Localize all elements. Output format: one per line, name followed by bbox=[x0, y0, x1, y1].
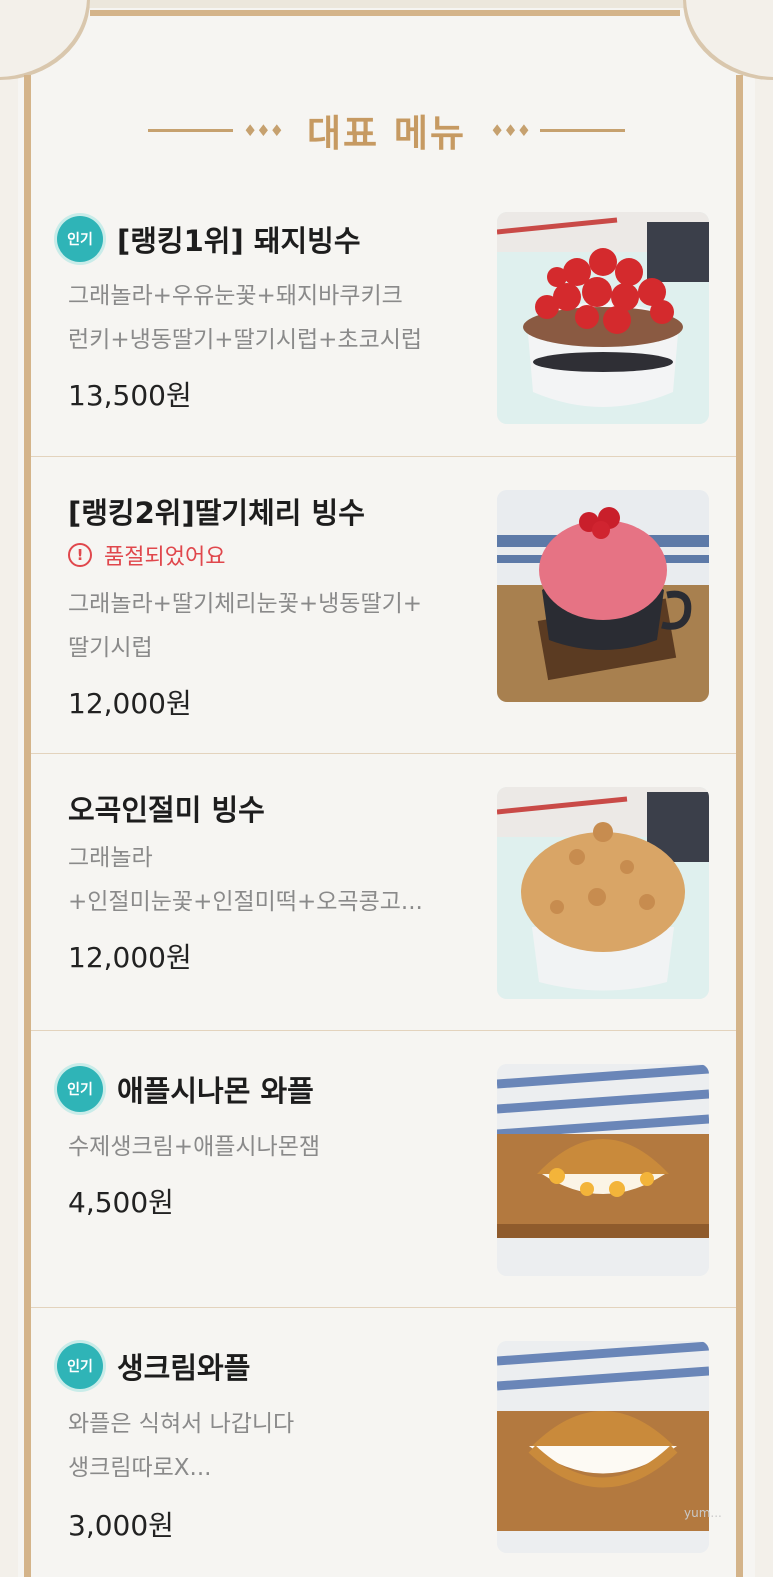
cream-waffle-icon bbox=[497, 1341, 709, 1553]
item-image bbox=[497, 1064, 709, 1276]
frame-top-border bbox=[90, 10, 680, 16]
section-header: ♦♦♦ 대표 메뉴 ♦♦♦ bbox=[130, 104, 643, 156]
item-price: 3,000원 bbox=[68, 1509, 174, 1542]
item-name-row: 인기 [랭킹1위] 돼지빙수 bbox=[57, 216, 361, 262]
item-name: 애플시나몬 와플 bbox=[117, 1074, 314, 1108]
item-price: 13,500원 bbox=[68, 379, 192, 412]
section-title: 대표 메뉴 bbox=[306, 112, 467, 155]
item-description: 와플은 식혀서 나갑니다 생크림따로X... bbox=[68, 1402, 488, 1490]
alert-circle-icon: ! bbox=[68, 543, 92, 567]
item-name: [랭킹2위]딸기체리 빙수 bbox=[68, 496, 365, 530]
menu-item-3[interactable]: 오곡인절미 빙수 그래놀라 +인절미눈꽃+인절미떡+오곡콩고... 12,000… bbox=[31, 754, 736, 1031]
item-image bbox=[497, 212, 709, 424]
item-image bbox=[497, 787, 709, 999]
strawberry-cherry-bingsu-icon bbox=[497, 490, 709, 702]
item-name: 오곡인절미 빙수 bbox=[68, 793, 265, 827]
item-image bbox=[497, 490, 709, 702]
menu-item-1[interactable]: 인기 [랭킹1위] 돼지빙수 그래놀라+우유눈꽃+돼지바쿠키크 런키+냉동딸기+… bbox=[31, 196, 736, 457]
strawberry-bingsu-icon bbox=[497, 212, 709, 424]
item-description-line: 런키+냉동딸기+딸기시럽+초코시럽 bbox=[68, 327, 423, 353]
item-name-row: 인기 애플시나몬 와플 bbox=[57, 1066, 314, 1112]
item-description-line: 그래놀라+딸기체리눈꽃+냉동딸기+ bbox=[68, 591, 423, 617]
deco-diamonds-left: ♦♦♦ bbox=[242, 120, 284, 140]
soldout-notice: ! 품절되었어요 bbox=[68, 539, 225, 571]
item-price: 12,000원 bbox=[68, 687, 192, 720]
item-description: 그래놀라+딸기체리눈꽃+냉동딸기+ 딸기시럽 bbox=[68, 582, 488, 670]
item-description-line: 생크림따로X... bbox=[68, 1455, 212, 1481]
deco-line-left bbox=[147, 128, 233, 132]
frame-border-right bbox=[736, 75, 743, 1577]
item-name: [랭킹1위] 돼지빙수 bbox=[117, 224, 361, 258]
item-description-line: +인절미눈꽃+인절미떡+오곡콩고... bbox=[68, 889, 423, 915]
item-price: 12,000원 bbox=[68, 941, 192, 974]
popular-badge: 인기 bbox=[57, 216, 103, 262]
item-description-line: 와플은 식혀서 나갑니다 bbox=[68, 1411, 295, 1437]
item-image bbox=[497, 1341, 709, 1553]
item-name-row: 인기 생크림와플 bbox=[57, 1343, 250, 1389]
menu-item-4[interactable]: 인기 애플시나몬 와플 수제생크림+애플시나몬잼 4,500원 bbox=[31, 1031, 736, 1308]
menu-item-5[interactable]: 인기 생크림와플 와플은 식혀서 나갑니다 생크림따로X... 3,000원 bbox=[31, 1308, 736, 1577]
item-description-line: 그래놀라 bbox=[68, 845, 153, 871]
frame-top-outer bbox=[84, 0, 688, 8]
item-description-line: 수제생크림+애플시나몬잼 bbox=[68, 1134, 321, 1160]
item-description: 그래놀라 +인절미눈꽃+인절미떡+오곡콩고... bbox=[68, 836, 498, 924]
item-description: 그래놀라+우유눈꽃+돼지바쿠키크 런키+냉동딸기+딸기시럽+초코시럽 bbox=[68, 274, 488, 362]
item-price: 4,500원 bbox=[68, 1186, 174, 1219]
popular-badge: 인기 bbox=[57, 1343, 103, 1389]
apple-cinnamon-waffle-icon bbox=[497, 1064, 709, 1276]
item-name: 생크림와플 bbox=[117, 1351, 251, 1385]
popular-badge: 인기 bbox=[57, 1066, 103, 1112]
deco-diamonds-right: ♦♦♦ bbox=[490, 120, 531, 140]
frame-border-left bbox=[24, 75, 31, 1577]
item-name-row: [랭킹2위]딸기체리 빙수 bbox=[68, 490, 365, 532]
item-description-line: 그래놀라+우유눈꽃+돼지바쿠키크 bbox=[68, 283, 403, 309]
soldout-label: 품절되었어요 bbox=[104, 545, 226, 570]
item-description-line: 딸기시럽 bbox=[68, 635, 153, 661]
item-description: 수제생크림+애플시나몬잼 bbox=[68, 1125, 488, 1169]
item-name-row: 오곡인절미 빙수 bbox=[68, 787, 265, 829]
watermark: yum... bbox=[684, 1506, 722, 1520]
deco-line-right bbox=[540, 128, 626, 132]
injeolmi-bingsu-icon bbox=[497, 787, 709, 999]
menu-item-2[interactable]: [랭킹2위]딸기체리 빙수 ! 품절되었어요 그래놀라+딸기체리눈꽃+냉동딸기+… bbox=[31, 457, 736, 754]
